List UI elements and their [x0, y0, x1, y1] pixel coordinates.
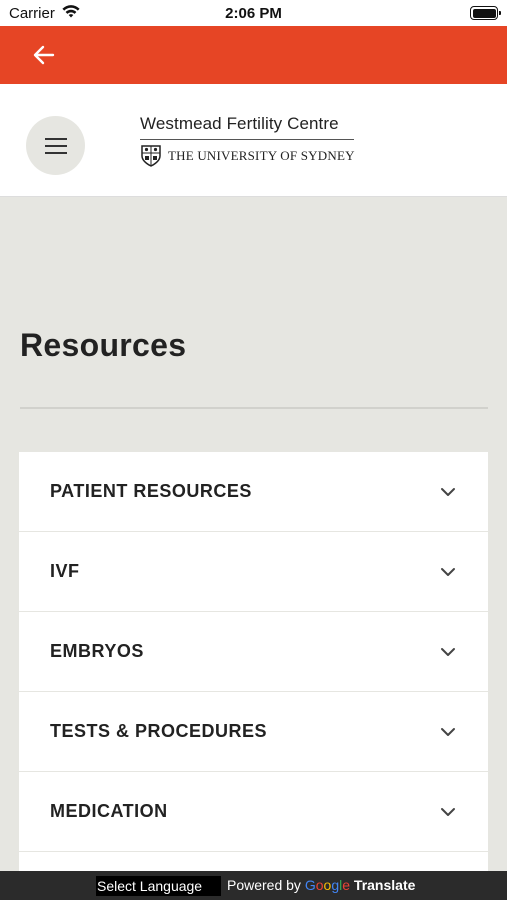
- university-crest-icon: [141, 145, 161, 167]
- logo-divider: [140, 139, 354, 140]
- powered-by-text: Powered by: [227, 877, 301, 893]
- back-button[interactable]: [28, 41, 60, 69]
- chevron-down-icon: [441, 807, 455, 816]
- accordion-item-label: EMBRYOS: [50, 641, 144, 661]
- status-time: 2:06 PM: [225, 5, 282, 22]
- chevron-down-icon: [441, 727, 455, 736]
- title-divider: [20, 407, 488, 409]
- hamburger-icon: [44, 137, 67, 140]
- google-translate-bar: Select Language Powered by Google Transl…: [0, 871, 507, 900]
- battery-icon: [470, 6, 501, 20]
- translate-label: Translate: [353, 877, 416, 893]
- status-bar: Carrier 2:06 PM: [0, 0, 507, 26]
- accordion-item-ivf[interactable]: IVF: [19, 532, 488, 612]
- site-header: Westmead Fertility Centre THE UNIVERSITY…: [0, 84, 507, 197]
- accordion-item-embryos[interactable]: EMBRYOS: [19, 612, 488, 692]
- accordion-item-label: IVF: [50, 561, 80, 581]
- google-logo[interactable]: Google: [305, 877, 350, 893]
- select-language-dropdown[interactable]: Select Language: [96, 876, 221, 896]
- accordion-item-label: PATIENT RESOURCES: [50, 481, 252, 501]
- accordion-item-label: MEDICATION: [50, 801, 168, 821]
- resources-accordion: PATIENT RESOURCES IVF EMBRYOS TESTS & PR…: [19, 452, 488, 900]
- accordion-item-label: TESTS & PROCEDURES: [50, 721, 268, 741]
- accordion-item-tests-procedures[interactable]: TESTS & PROCEDURES: [19, 692, 488, 772]
- site-logo[interactable]: Westmead Fertility Centre THE UNIVERSITY…: [140, 114, 356, 168]
- chevron-down-icon: [441, 647, 455, 656]
- arrow-left-icon: [33, 45, 55, 65]
- chevron-down-icon: [441, 487, 455, 496]
- page-title: Resources: [20, 327, 187, 363]
- nav-bar: [0, 26, 507, 84]
- logo-org-name: Westmead Fertility Centre: [140, 114, 339, 133]
- powered-by-label: Powered by Google Translate: [227, 877, 415, 893]
- accordion-item-patient-resources[interactable]: PATIENT RESOURCES: [19, 452, 488, 532]
- menu-button[interactable]: [26, 116, 85, 175]
- chevron-down-icon: [441, 567, 455, 576]
- accordion-item-medication[interactable]: MEDICATION: [19, 772, 488, 852]
- logo-university-name: THE UNIVERSITY OF SYDNEY: [168, 148, 355, 163]
